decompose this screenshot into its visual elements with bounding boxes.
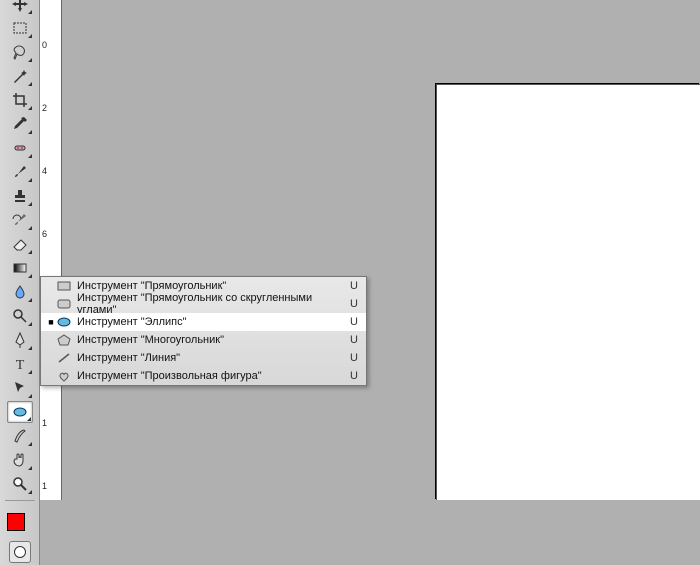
- stamp-tool[interactable]: [7, 185, 33, 207]
- flyout-shortcut: U: [350, 334, 360, 346]
- polygon-icon: [55, 334, 73, 346]
- hand-tool[interactable]: [7, 449, 33, 471]
- path-select-tool[interactable]: [7, 377, 33, 399]
- rectangle-icon: [55, 280, 73, 292]
- custom-shape-icon: [55, 370, 73, 382]
- flyout-shortcut: U: [350, 280, 360, 292]
- flyout-label: Инструмент "Линия": [73, 352, 350, 364]
- flyout-label: Инструмент "Прямоугольник": [73, 280, 350, 292]
- flyout-shortcut: U: [350, 370, 360, 382]
- marquee-tool[interactable]: [7, 17, 33, 39]
- svg-text:T: T: [15, 358, 24, 373]
- check-icon: ■: [47, 317, 55, 327]
- foreground-color[interactable]: [7, 513, 25, 531]
- canvas-document[interactable]: [436, 84, 700, 500]
- rounded-rect-icon: [55, 298, 73, 310]
- wand-tool[interactable]: [7, 65, 33, 87]
- move-tool[interactable]: [7, 0, 33, 15]
- eraser-tool[interactable]: [7, 233, 33, 255]
- crop-tool[interactable]: [7, 89, 33, 111]
- color-swatch[interactable]: [7, 509, 33, 535]
- flyout-label: Инструмент "Произвольная фигура": [73, 370, 350, 382]
- brush-tool[interactable]: [7, 161, 33, 183]
- eyedropper-tool[interactable]: [7, 113, 33, 135]
- 3d-tool[interactable]: [7, 425, 33, 447]
- lasso-tool[interactable]: [7, 41, 33, 63]
- toolbox: T: [0, 0, 40, 565]
- shape-tool[interactable]: [7, 401, 33, 423]
- flyout-shortcut: U: [350, 352, 360, 364]
- blur-tool[interactable]: [7, 281, 33, 303]
- shape-tool-flyout: Инструмент "Прямоугольник" U Инструмент …: [40, 276, 367, 386]
- quickmask-button[interactable]: [9, 541, 31, 563]
- flyout-ellipse[interactable]: ■ Инструмент "Эллипс" U: [41, 313, 366, 331]
- flyout-line[interactable]: Инструмент "Линия" U: [41, 349, 366, 367]
- zoom-tool[interactable]: [7, 473, 33, 495]
- flyout-shortcut: U: [350, 316, 360, 328]
- type-tool[interactable]: T: [7, 353, 33, 375]
- flyout-shortcut: U: [350, 298, 360, 310]
- flyout-polygon[interactable]: Инструмент "Многоугольник" U: [41, 331, 366, 349]
- vertical-ruler: 0 2 4 6 8 1 1 1: [40, 0, 62, 500]
- ellipse-icon: [55, 316, 73, 328]
- pen-tool[interactable]: [7, 329, 33, 351]
- line-icon: [55, 352, 73, 364]
- history-brush-tool[interactable]: [7, 209, 33, 231]
- flyout-label: Инструмент "Многоугольник": [73, 334, 350, 346]
- healing-tool[interactable]: [7, 137, 33, 159]
- dodge-tool[interactable]: [7, 305, 33, 327]
- gradient-tool[interactable]: [7, 257, 33, 279]
- flyout-label: Инструмент "Эллипс": [73, 316, 350, 328]
- flyout-custom-shape[interactable]: Инструмент "Произвольная фигура" U: [41, 367, 366, 385]
- flyout-rounded-rectangle[interactable]: Инструмент "Прямоугольник со скругленным…: [41, 295, 366, 313]
